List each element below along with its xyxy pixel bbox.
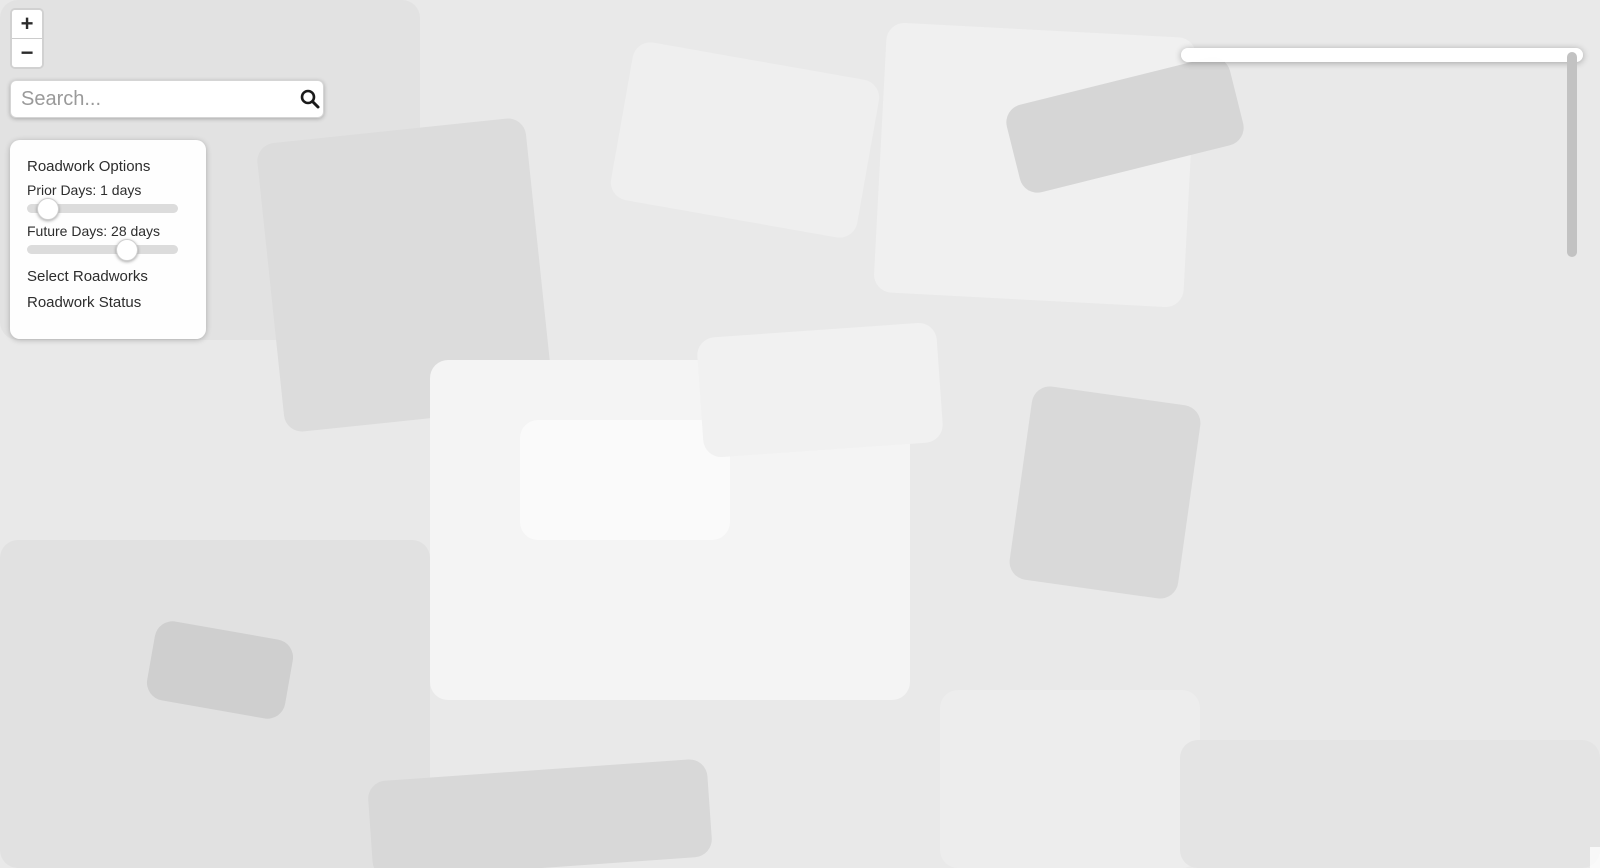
select-roadworks-heading: Select Roadworks — [27, 268, 148, 285]
layers-panel-scrollbar[interactable] — [1567, 52, 1577, 257]
prior-days-slider-thumb[interactable] — [37, 197, 59, 220]
roadwork-options-title: Roadwork Options — [27, 158, 151, 175]
map-canvas[interactable] — [0, 0, 1600, 868]
zoom-in-button[interactable]: + — [12, 10, 42, 39]
zoom-out-button[interactable]: − — [12, 39, 42, 67]
attribution-bar — [1590, 847, 1600, 868]
future-days-slider-thumb[interactable] — [116, 238, 138, 261]
prior-days-label: Prior Days: 1 days — [27, 182, 142, 198]
future-days-label: Future Days: 28 days — [27, 223, 161, 239]
search-bar — [10, 80, 324, 118]
future-days-slider[interactable] — [27, 238, 178, 261]
zoom-control: + − — [10, 8, 44, 69]
map-application: + − Roadwork Options Prior Days: 1 days … — [0, 0, 1600, 868]
layers-panel — [1181, 48, 1583, 62]
search-icon[interactable] — [296, 88, 323, 110]
prior-days-slider[interactable] — [27, 197, 178, 220]
roadwork-options-panel: Roadwork Options Prior Days: 1 days Futu… — [10, 140, 206, 339]
search-input[interactable] — [11, 87, 296, 111]
roadwork-status-heading: Roadwork Status — [27, 294, 142, 311]
